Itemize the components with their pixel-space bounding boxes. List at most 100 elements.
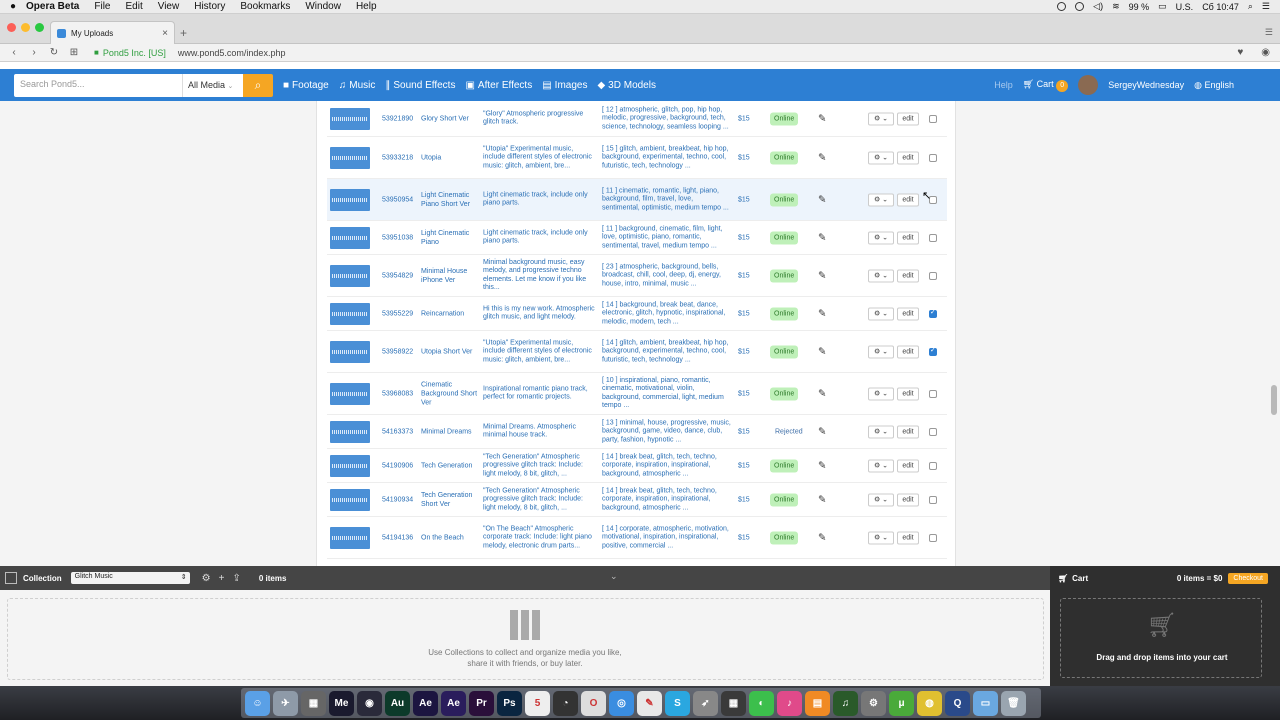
menu-window[interactable]: Window <box>305 1 341 12</box>
search-input[interactable]: Search Pond5... <box>14 73 182 97</box>
paperclip-icon[interactable]: ✎ <box>818 152 826 163</box>
tab-menu-icon[interactable]: ☰ <box>1265 27 1273 38</box>
finder-dock-icon[interactable]: ☺ <box>245 690 270 716</box>
language-select[interactable]: ◍ English <box>1194 80 1234 91</box>
wifi-icon[interactable]: ≋ <box>1112 1 1120 12</box>
grid-dock-icon[interactable]: ▦ <box>721 690 746 716</box>
table-row[interactable]: 54190906 Tech Generation "Tech Generation"… <box>327 449 947 483</box>
row-checkbox[interactable] <box>929 461 937 470</box>
media-encoder-dock-icon[interactable]: Me <box>329 690 354 716</box>
item-id[interactable]: 53968083 <box>382 390 418 397</box>
notifications-icon[interactable]: ☰ <box>1262 1 1270 12</box>
table-row[interactable]: 53921890 Glory Short Ver "Glory" Atmospher… <box>327 101 947 137</box>
launchpad-dock-icon[interactable]: ✈ <box>273 690 298 716</box>
ibooks-dock-icon[interactable]: ▤ <box>805 690 830 716</box>
minimize-window-icon[interactable] <box>21 23 30 32</box>
input-source[interactable]: U.S. <box>1176 2 1194 12</box>
premiere-dock-icon[interactable]: Pr <box>469 690 494 716</box>
paperclip-icon[interactable]: ✎ <box>818 532 826 543</box>
waveform-thumbnail[interactable] <box>330 226 370 249</box>
trash-dock-icon[interactable]: 🗑 <box>1001 690 1026 716</box>
row-settings-button[interactable]: ⚙ ⌄ <box>868 112 894 125</box>
table-row[interactable]: 53955229 Reincarnation Hi this is my new w… <box>327 297 947 331</box>
row-settings-button[interactable]: ⚙ ⌄ <box>868 345 894 358</box>
edit-button[interactable]: edit <box>897 459 919 472</box>
waveform-thumbnail[interactable] <box>330 146 370 169</box>
row-checkbox[interactable] <box>929 114 937 123</box>
account-icon[interactable]: ◉ <box>1261 47 1270 58</box>
edit-button[interactable]: edit <box>897 151 919 164</box>
new-tab-icon[interactable]: + <box>180 26 187 40</box>
edit-button[interactable]: edit <box>897 112 919 125</box>
nav-footage[interactable]: ■ Footage <box>283 80 329 91</box>
paperclip-icon[interactable]: ✎ <box>818 494 826 505</box>
heart-icon[interactable]: ♥ <box>1237 47 1243 58</box>
forward-icon[interactable]: › <box>24 47 44 58</box>
edit-button[interactable]: edit <box>897 269 919 282</box>
cart-link[interactable]: 🛒︎ Cart 0 <box>1023 79 1069 92</box>
table-row[interactable]: 53950954 Light Cinematic Piano Short Ver L… <box>327 179 947 221</box>
volume-icon[interactable]: ◁) <box>1093 1 1103 12</box>
collection-select[interactable]: Glitch Music <box>70 572 190 584</box>
skype-dock-icon[interactable]: S <box>665 690 690 716</box>
row-settings-button[interactable]: ⚙ ⌄ <box>868 531 894 544</box>
edit-button[interactable]: edit <box>897 425 919 438</box>
folder-dock-icon[interactable]: ▭ <box>973 690 998 716</box>
guitar-dock-icon[interactable]: ♫ <box>833 690 858 716</box>
tray-status-icon[interactable] <box>1057 2 1067 11</box>
table-row[interactable]: 53968083 Cinematic Background Short Ver In… <box>327 373 947 415</box>
nav-music[interactable]: ♫ Music <box>339 80 376 91</box>
item-id[interactable]: 53951038 <box>382 234 418 241</box>
preferences-dock-icon[interactable]: ⚙ <box>861 690 886 716</box>
photoshop-dock-icon[interactable]: Ps <box>497 690 522 716</box>
menu-help[interactable]: Help <box>356 1 377 12</box>
table-row[interactable]: 53958922 Utopia Short Ver "Utopia" Experim… <box>327 331 947 373</box>
media-type-select[interactable]: All Media ⌄ <box>182 73 243 97</box>
item-title[interactable]: Minimal House iPhone Ver <box>421 267 479 285</box>
waveform-thumbnail[interactable] <box>330 302 370 325</box>
paperclip-icon[interactable]: ✎ <box>818 270 826 281</box>
collapse-chevron-icon[interactable]: ⌄ <box>610 571 618 582</box>
speed-dial-icon[interactable]: ⊞ <box>64 47 84 58</box>
row-checkbox[interactable] <box>929 495 937 504</box>
avatar[interactable] <box>1078 75 1099 95</box>
itunes-dock-icon[interactable]: ♪ <box>777 690 802 716</box>
item-title[interactable]: Light Cinematic Piano <box>421 229 479 247</box>
row-settings-button[interactable]: ⚙ ⌄ <box>868 231 894 244</box>
row-settings-button[interactable]: ⚙ ⌄ <box>868 425 894 438</box>
item-title[interactable]: Cinematic Background Short Ver <box>421 380 479 407</box>
row-settings-button[interactable]: ⚙ ⌄ <box>868 193 894 206</box>
waveform-thumbnail[interactable] <box>330 382 370 405</box>
plus-icon[interactable]: + <box>219 573 225 584</box>
utorrent-dock-icon[interactable]: μ <box>889 690 914 716</box>
item-title[interactable]: On the Beach <box>421 533 479 542</box>
calendar-dock-icon[interactable]: 5 <box>525 690 550 716</box>
tab-close-icon[interactable]: × <box>162 28 168 39</box>
paperclip-icon[interactable]: ✎ <box>818 194 826 205</box>
battery-text[interactable]: 99 % <box>1129 2 1150 12</box>
item-id[interactable]: 54163373 <box>382 428 418 435</box>
waveform-thumbnail[interactable] <box>330 454 370 477</box>
nav-sound-effects[interactable]: ∥ Sound Effects <box>385 80 455 91</box>
close-window-icon[interactable] <box>7 23 16 32</box>
edit-button[interactable]: edit <box>897 307 919 320</box>
row-settings-button[interactable]: ⚙ ⌄ <box>868 151 894 164</box>
waveform-thumbnail[interactable] <box>330 264 370 287</box>
edit-button[interactable]: edit <box>897 345 919 358</box>
edit-button[interactable]: edit <box>897 231 919 244</box>
item-id[interactable]: 54190934 <box>382 496 418 503</box>
table-row[interactable]: 54190934 Tech Generation Short Ver "Tech G… <box>327 483 947 517</box>
edit-button[interactable]: edit <box>897 531 919 544</box>
search-button[interactable]: ⌕ <box>243 73 273 97</box>
paperclip-icon[interactable]: ✎ <box>818 308 826 319</box>
row-checkbox[interactable] <box>929 308 937 318</box>
paperclip-icon[interactable]: ✎ <box>818 460 826 471</box>
item-id[interactable]: 53933218 <box>382 154 418 161</box>
item-title[interactable]: Tech Generation <box>421 461 479 470</box>
row-checkbox[interactable] <box>929 233 937 242</box>
item-id[interactable]: 53958922 <box>382 348 418 355</box>
menu-history[interactable]: History <box>194 1 225 12</box>
row-checkbox[interactable] <box>929 153 937 162</box>
nav-images[interactable]: ▤ Images <box>542 80 587 91</box>
waveform-thumbnail[interactable] <box>330 340 370 363</box>
